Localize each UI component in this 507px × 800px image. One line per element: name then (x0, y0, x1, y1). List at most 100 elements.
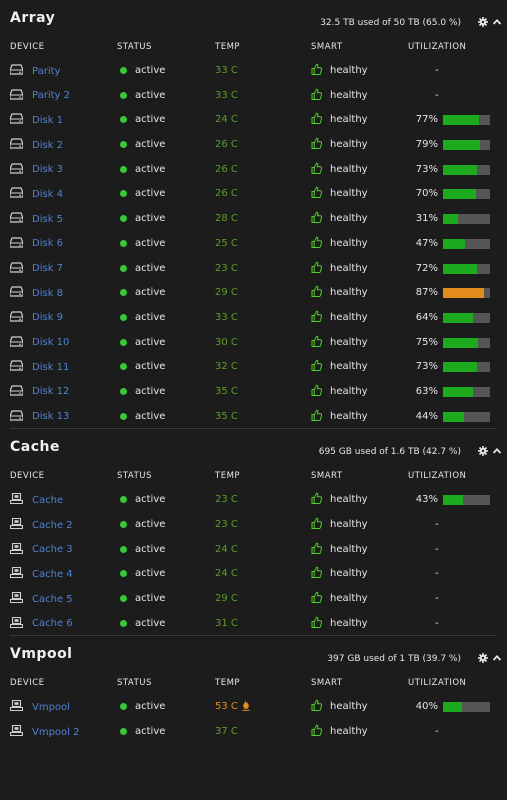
smart-status: healthy (330, 410, 368, 422)
utilization-percent: 79% (415, 139, 438, 151)
smart-status: healthy (330, 385, 368, 397)
chevron-up-icon[interactable] (492, 446, 502, 456)
utilization-cell: - (408, 568, 498, 580)
smart-cell[interactable]: healthy (311, 261, 368, 276)
device-link[interactable]: Cache (32, 495, 63, 506)
device-link[interactable]: Disk 3 (32, 164, 63, 175)
section-array: Array 32.5 TB used of 50 TB (65.0 %) DEV… (0, 0, 507, 428)
table-row: Parity 2 active 33 C healthy - (0, 83, 507, 108)
status-text: active (135, 213, 166, 225)
device-link[interactable]: Cache 4 (32, 569, 73, 580)
ssd-icon (9, 725, 32, 739)
device-link[interactable]: Cache 6 (32, 618, 73, 629)
status-dot-icon (120, 91, 127, 99)
settings-gear-icon[interactable] (478, 17, 488, 27)
temperature: 35 C (215, 385, 238, 397)
status-dot-icon (120, 545, 127, 553)
device-link[interactable]: Disk 6 (32, 238, 63, 249)
thumbs-up-icon (311, 211, 330, 226)
smart-cell[interactable]: healthy (311, 285, 368, 300)
device-link[interactable]: Disk 5 (32, 214, 63, 225)
utilization-empty: - (435, 65, 439, 76)
thumbs-up-icon (311, 310, 330, 325)
status-text: active (135, 617, 166, 629)
thumbs-up-icon (311, 359, 330, 374)
device-link[interactable]: Parity 2 (32, 90, 70, 101)
status-text: active (135, 287, 166, 299)
status-text: active (135, 410, 166, 422)
smart-cell[interactable]: healthy (311, 335, 368, 350)
smart-cell[interactable]: healthy (311, 310, 368, 325)
device-link[interactable]: Disk 9 (32, 312, 63, 323)
device-cell: Cache 3 (9, 542, 73, 557)
device-link[interactable]: Cache 5 (32, 594, 73, 605)
utilization-cell: 40% (408, 701, 498, 713)
device-link[interactable]: Disk 12 (32, 386, 69, 397)
utilization-percent: 73% (415, 361, 438, 373)
smart-cell[interactable]: healthy (311, 211, 368, 226)
device-link[interactable]: Disk 11 (32, 362, 69, 373)
temperature: 24 C (215, 543, 238, 555)
smart-cell[interactable]: healthy (311, 88, 368, 103)
smart-cell[interactable]: healthy (311, 492, 368, 507)
smart-cell[interactable]: healthy (311, 186, 368, 201)
utilization-fill (443, 288, 484, 299)
smart-cell[interactable]: healthy (311, 137, 368, 152)
utilization-fill (443, 495, 464, 506)
status-dot-icon (120, 190, 127, 198)
settings-gear-icon[interactable] (478, 653, 488, 664)
hard-drive-icon (9, 64, 32, 78)
smart-cell[interactable]: healthy (311, 699, 368, 714)
device-link[interactable]: Disk 1 (32, 115, 63, 126)
settings-gear-icon[interactable] (478, 446, 488, 457)
device-link[interactable]: Disk 10 (32, 337, 69, 348)
device-link[interactable]: Disk 4 (32, 189, 63, 200)
device-link[interactable]: Vmpool 2 (32, 727, 80, 738)
smart-cell[interactable]: healthy (311, 517, 368, 532)
smart-cell[interactable]: healthy (311, 162, 368, 177)
utilization-percent: 64% (415, 311, 438, 323)
device-link[interactable]: Disk 7 (32, 263, 63, 274)
smart-cell[interactable]: healthy (311, 409, 368, 424)
utilization-percent: 77% (415, 114, 438, 126)
utilization-fill (443, 164, 478, 175)
device-link[interactable]: Disk 8 (32, 288, 63, 299)
device-link[interactable]: Parity (32, 66, 60, 77)
smart-cell[interactable]: healthy (311, 236, 368, 251)
table-row: Disk 7 active 23 C healthy 72% (0, 256, 507, 281)
smart-cell[interactable]: healthy (311, 542, 368, 557)
device-link[interactable]: Disk 13 (32, 411, 69, 422)
device-link[interactable]: Cache 2 (32, 520, 73, 531)
smart-cell[interactable]: healthy (311, 112, 368, 127)
section-usage: 32.5 TB used of 50 TB (65.0 %) (320, 18, 461, 28)
status-dot-icon (120, 215, 127, 223)
temperature: 23 C (215, 519, 238, 530)
device-link[interactable]: Disk 2 (32, 140, 63, 151)
utilization-cell: - (408, 726, 498, 738)
section-cache: Cache 695 GB used of 1.6 TB (42.7 %) DEV… (0, 429, 507, 635)
smart-cell[interactable]: healthy (311, 63, 368, 78)
device-cell: Disk 9 (9, 311, 63, 325)
smart-cell[interactable]: healthy (311, 384, 368, 399)
hard-drive-icon (9, 163, 32, 177)
ssd-icon (9, 616, 32, 631)
utilization-percent: 47% (415, 237, 438, 249)
device-cell: Parity (9, 64, 60, 78)
device-link[interactable]: Cache 3 (32, 544, 73, 555)
utilization-bar (443, 164, 490, 175)
hard-drive-icon (9, 261, 32, 276)
table-row: Parity active 33 C healthy - (0, 58, 507, 83)
table-row: Disk 2 active 26 C healthy 79% (0, 132, 507, 157)
smart-status: healthy (330, 287, 368, 299)
smart-cell[interactable]: healthy (311, 724, 368, 739)
chevron-up-icon[interactable] (492, 653, 502, 663)
smart-cell[interactable]: healthy (311, 359, 368, 374)
chevron-up-icon[interactable] (492, 17, 502, 27)
hard-drive-icon (9, 89, 32, 103)
utilization-percent: 75% (415, 336, 438, 348)
smart-cell[interactable]: healthy (311, 566, 368, 581)
thumbs-up-icon (311, 492, 330, 507)
device-link[interactable]: Vmpool (32, 702, 70, 713)
smart-cell[interactable]: healthy (311, 616, 368, 631)
smart-cell[interactable]: healthy (311, 591, 368, 606)
